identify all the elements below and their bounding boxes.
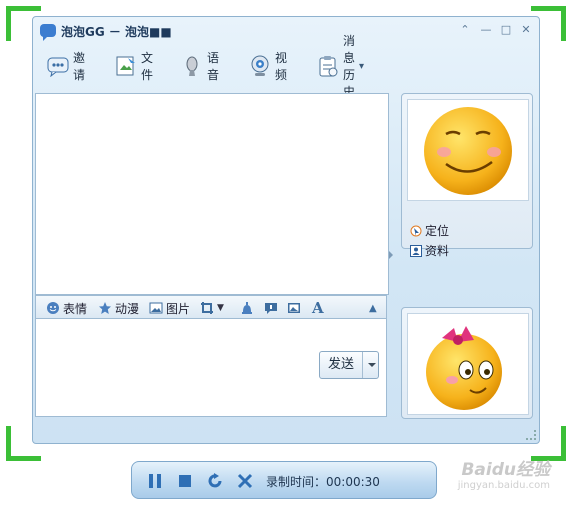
clipboard-icon [317,55,339,77]
invite-icon [47,55,69,78]
cancel-icon[interactable] [236,472,254,490]
emoji-button[interactable]: 表情 [46,299,87,317]
file-button[interactable]: 文件 [115,51,153,82]
restart-icon[interactable] [206,472,224,490]
image-library-button[interactable] [287,299,304,317]
contact-avatar[interactable] [407,99,529,201]
chat-bubble-icon [40,24,56,41]
resize-grip[interactable] [526,430,536,440]
file-label: 文件 [141,51,154,82]
message-history-label: 消息历史 [343,34,356,99]
video-button[interactable]: 视频 [249,51,287,82]
stop-icon[interactable] [176,472,194,490]
title-bar[interactable]: 泡泡GG － 泡泡■■ ⌃ — □ ✕ [33,17,539,45]
profile-label: 资料 [425,244,450,258]
collapse-button[interactable]: ⌃ [458,23,472,37]
video-label: 视频 [275,51,288,82]
emoji-label: 表情 [63,301,88,316]
screenshot-icon [200,301,214,315]
file-icon [115,55,137,77]
send-button[interactable]: 发送 [319,351,379,379]
watermark-url: jingyan.baidu.com [457,480,550,491]
profile-card-icon [410,244,422,257]
recording-time: 录制时间：00:00:30 [266,475,380,489]
close-button[interactable]: ✕ [519,23,533,37]
send-options-dropdown[interactable] [363,352,378,378]
watermark-logo: Baidu经验 [461,460,550,480]
own-profile-panel [401,307,533,419]
profile-link[interactable]: 资料 [410,242,449,259]
star-icon [98,301,112,315]
panel-expand-handle[interactable] [387,217,395,297]
gallery-icon [287,301,301,315]
invite-label: 邀请 [73,51,86,82]
screenshot-dropdown-icon[interactable]: ▼ [217,303,224,313]
font-button[interactable]: A [312,299,324,317]
picture-button[interactable]: 图片 [149,299,190,317]
picture-icon [149,301,163,315]
own-avatar[interactable] [407,313,529,415]
voice-label: 语音 [207,51,220,82]
bell-icon [240,301,254,315]
window-title: 泡泡GG － 泡泡■■ [61,25,172,39]
webcam-icon [249,55,271,77]
maximize-button[interactable]: □ [499,23,513,37]
animation-label: 动漫 [115,301,140,316]
recording-toolbar: 录制时间：00:00:30 [131,461,437,499]
contact-profile-panel: 定位 资料 [401,93,533,258]
voice-button[interactable]: 语音 [181,51,219,82]
speech-bubble-icon [264,301,278,315]
pause-icon[interactable] [146,472,164,490]
collapse-input-toolbar-button[interactable]: ▲ [369,299,377,317]
shake-button[interactable] [240,299,257,317]
input-toolbar: 表情 动漫 图片 ▼ A ▲ [35,295,387,319]
send-label: 发送 [320,352,363,378]
chevron-down-icon[interactable]: ▾ [359,61,364,72]
locate-label: 定位 [425,224,450,238]
microphone-icon [181,55,203,77]
invite-button[interactable]: 邀请 [47,51,85,82]
locate-icon [410,225,422,237]
message-display-area[interactable] [35,93,389,295]
smiley-icon [46,301,60,315]
picture-label: 图片 [166,301,191,316]
smiling-emoticon-icon [424,107,512,195]
animation-button[interactable]: 动漫 [98,299,139,317]
girl-emoticon-icon [426,326,502,410]
locate-link[interactable]: 定位 [410,222,449,239]
minimize-button[interactable]: — [479,23,493,37]
chat-window: 泡泡GG － 泡泡■■ ⌃ — □ ✕ 邀请 文件 语音 视频 消息历史 ▾ 表… [32,16,540,444]
quick-reply-button[interactable] [264,299,281,317]
screenshot-button[interactable]: ▼ [200,299,224,317]
message-history-button[interactable]: 消息历史 ▾ [317,34,364,99]
